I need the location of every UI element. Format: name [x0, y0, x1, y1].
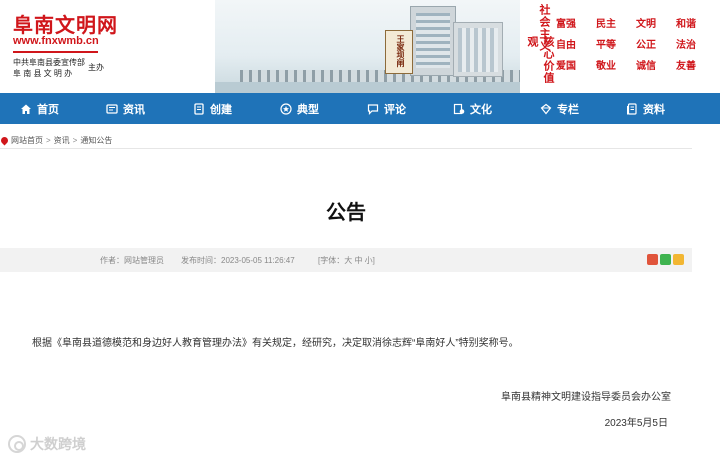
- location-pin-icon: [0, 135, 10, 146]
- watermark-text: 大数跨境: [30, 436, 86, 452]
- share-qzone-icon[interactable]: [673, 254, 684, 265]
- banner-building-2: [453, 22, 503, 77]
- breadcrumb-separator: >: [46, 136, 51, 145]
- nav-label: 创建: [210, 103, 232, 116]
- nav-item-comment[interactable]: 评论: [367, 93, 406, 124]
- core-value: 自由: [556, 40, 576, 51]
- core-value: 爱国: [556, 61, 576, 72]
- watermark: 大数跨境: [8, 434, 86, 454]
- star-icon: [280, 102, 292, 115]
- sponsor-suffix: 主办: [88, 63, 104, 72]
- site-header: 阜南文明网 www.fnxwmb.cn 中共阜南县委宣传部 阜 南 县 文 明 …: [0, 0, 720, 93]
- share-wechat-icon[interactable]: [660, 254, 671, 265]
- banner-building: [410, 6, 456, 76]
- nav-item-typical[interactable]: 典型: [280, 93, 319, 124]
- article-publish-time: 发布时间：2023-05-05 11:26:47: [181, 256, 295, 265]
- main-nav: 首页 资讯 创建 典型 评论 文化 专栏 资料: [0, 93, 720, 124]
- watermark-logo-icon: [8, 435, 26, 453]
- nav-label: 资料: [643, 103, 665, 116]
- article-author: 作者：网站管理员: [100, 256, 164, 265]
- core-value: 敬业: [596, 61, 616, 72]
- breadcrumb: 网站首页 > 资讯 > 通知公告: [0, 135, 112, 146]
- article-signature: 阜南县精神文明建设指导委员会办公室: [501, 392, 671, 403]
- core-value: 诚信: [636, 61, 656, 72]
- nav-item-archive[interactable]: 资料: [626, 93, 665, 124]
- site-url: www.fnxwmb.cn: [13, 35, 99, 47]
- core-value: 文明: [636, 19, 656, 30]
- home-icon: [20, 103, 32, 115]
- core-values-heading: 社会主义 核心价值观: [524, 4, 555, 90]
- culture-icon: [453, 103, 465, 115]
- sponsor-line-2: 阜 南 县 文 明 办: [13, 69, 73, 78]
- nav-label: 文化: [470, 103, 492, 116]
- banner-water: [215, 82, 520, 93]
- nav-item-culture[interactable]: 文化: [453, 93, 492, 124]
- nav-item-column[interactable]: 专栏: [540, 93, 579, 124]
- article-body: 根据《阜南县道德模范和身边好人教育管理办法》有关规定，经研究，决定取消徐志辉“阜…: [32, 338, 519, 349]
- nav-label: 评论: [384, 103, 406, 116]
- gate-sign-text: 王家坝闸: [396, 35, 405, 67]
- core-value: 法治: [676, 40, 696, 51]
- article-meta-bar: 作者：网站管理员 发布时间：2023-05-05 11:26:47 [字体：大 …: [0, 248, 692, 272]
- core-values-grid: 富强 民主 文明 和谐 自由 平等 公正 法治 爱国 敬业 诚信 友善: [556, 15, 716, 80]
- breadcrumb-separator: >: [72, 136, 78, 145]
- font-size-switcher[interactable]: [字体：大 中 小]: [318, 255, 375, 266]
- nav-label: 专栏: [557, 103, 579, 116]
- breadcrumb-news[interactable]: 资讯: [54, 135, 70, 146]
- sponsor-line-1: 中共阜南县委宣传部: [13, 58, 85, 67]
- archive-icon: [626, 102, 638, 115]
- news-icon: [106, 103, 118, 115]
- article-date: 2023年5月5日: [604, 418, 668, 429]
- share-weibo-icon[interactable]: [647, 254, 658, 265]
- nav-label: 首页: [37, 103, 59, 116]
- banner-gate-sign: 王家坝闸: [385, 30, 413, 74]
- nav-label: 资讯: [123, 103, 145, 116]
- logo-divider: [13, 51, 98, 53]
- core-value: 友善: [676, 61, 696, 72]
- core-value: 和谐: [676, 19, 696, 30]
- breadcrumb-divider: [0, 148, 692, 149]
- site-logo-title[interactable]: 阜南文明网: [13, 9, 118, 38]
- column-icon: [540, 103, 552, 115]
- document-icon: [193, 102, 205, 115]
- comment-icon: [367, 103, 379, 115]
- core-value: 富强: [556, 19, 576, 30]
- article-title: 公告: [326, 202, 366, 224]
- core-values-heading-b: 核心价值观: [526, 36, 555, 84]
- sponsor-text: 中共阜南县委宣传部 阜 南 县 文 明 办: [13, 57, 85, 79]
- core-value: 平等: [596, 40, 616, 51]
- nav-item-news[interactable]: 资讯: [106, 93, 145, 124]
- core-value: 公正: [636, 40, 656, 51]
- nav-item-create[interactable]: 创建: [193, 93, 232, 124]
- nav-item-home[interactable]: 首页: [20, 93, 59, 124]
- nav-label: 典型: [297, 103, 319, 116]
- core-value: 民主: [596, 19, 616, 30]
- breadcrumb-home[interactable]: 网站首页: [11, 135, 43, 146]
- breadcrumb-notices[interactable]: 通知公告: [80, 135, 112, 146]
